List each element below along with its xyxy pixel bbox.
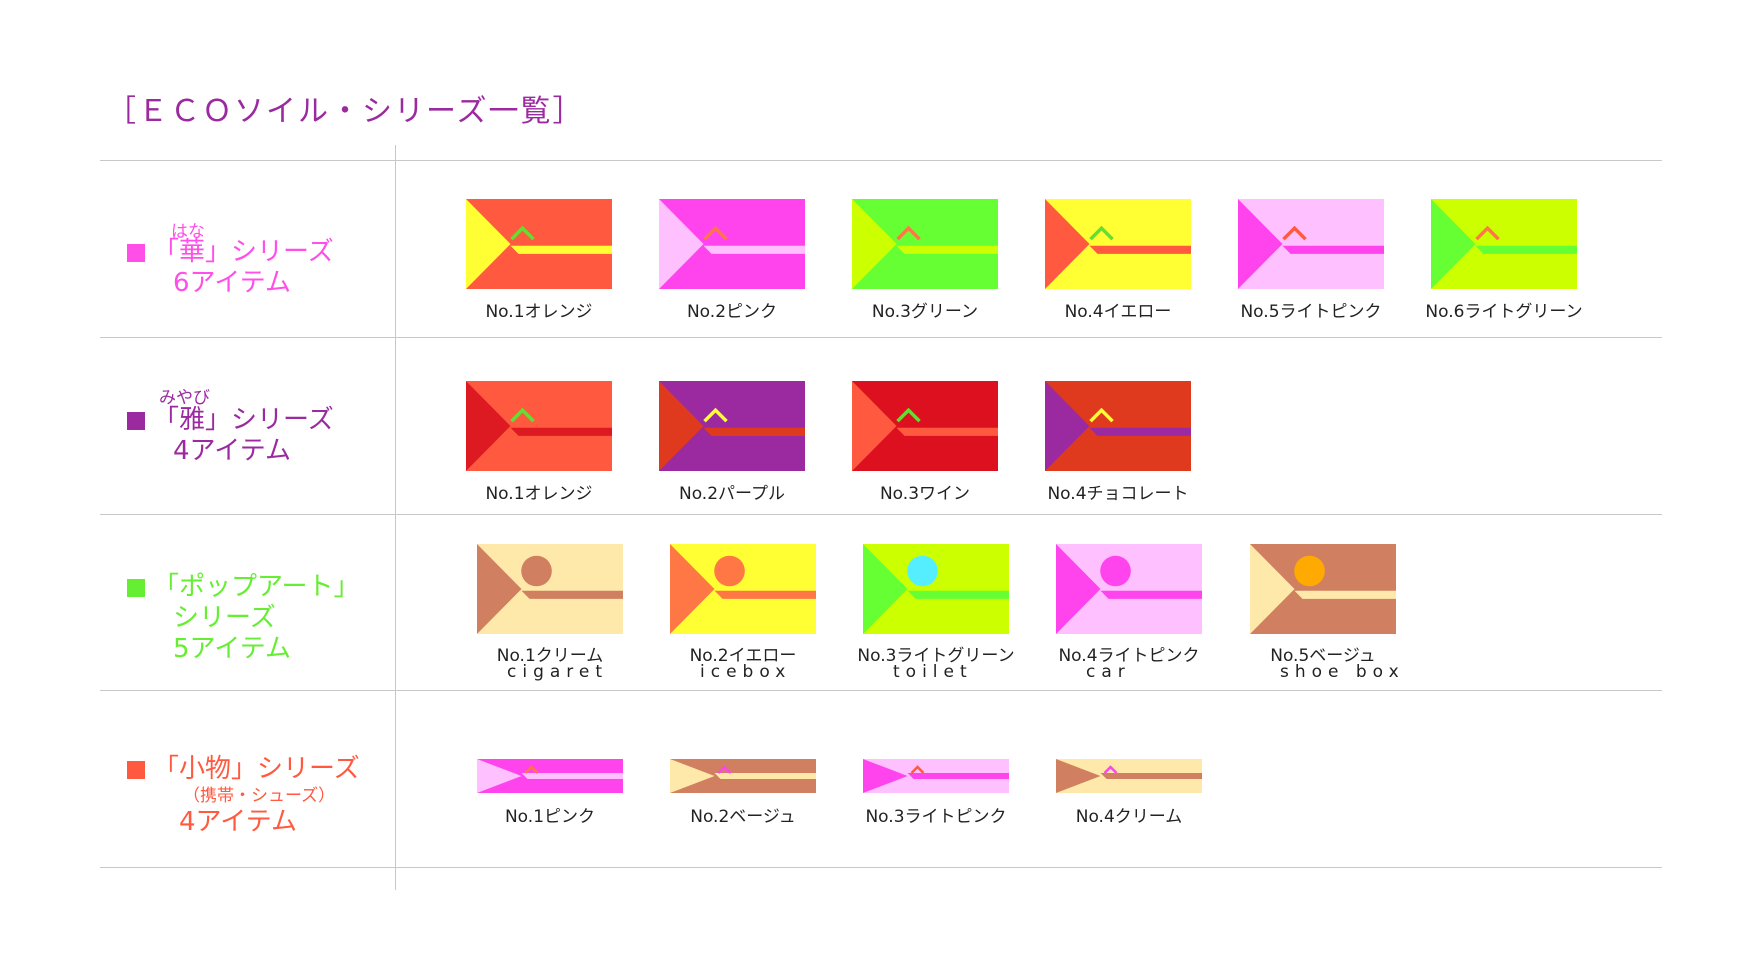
swatch-1-6 (1431, 199, 1577, 289)
swatch-stripe (521, 590, 623, 599)
series-marker-square (127, 760, 145, 779)
item-label: No.1ピンク (504, 807, 596, 827)
item-sublabel: icebox (700, 662, 792, 682)
item-label: No.5ライトピンク (1240, 302, 1382, 322)
swatch-circle (714, 555, 745, 587)
series-popart: 「ポップアート」 シリーズ 5アイテム (127, 572, 359, 665)
item-label: No.1オレンジ (485, 484, 593, 504)
swatch-3-2 (670, 544, 816, 634)
swatch-stripe (1100, 590, 1202, 599)
item-sublabel: car (1086, 662, 1131, 682)
swatch-3-5 (1250, 544, 1396, 634)
series-miyabi: みやび 「雅」シリーズ 4アイテム (127, 383, 334, 467)
swatch-1-4 (1045, 199, 1191, 289)
swatch-stripe (510, 245, 612, 254)
item-label: No.2パープル (678, 484, 786, 504)
swatch-2-4 (1045, 381, 1191, 471)
swatch-2-3 (852, 381, 998, 471)
swatch-circle (907, 555, 938, 587)
series-marker-square (127, 243, 145, 262)
page-title: ［ＥＣＯソイル・シリーズ一覧］ (106, 94, 585, 129)
swatch-stripe (703, 427, 805, 436)
swatch-3-3 (863, 544, 1009, 634)
item-label: No.3ワイン (879, 484, 971, 504)
item-label: No.6ライトグリーン (1425, 302, 1583, 322)
series-note: （携帯・シューズ） (183, 786, 336, 806)
swatch-circle (1100, 555, 1131, 587)
series-name-2: シリーズ (173, 603, 276, 633)
series-count: 4アイテム (173, 436, 291, 466)
swatch-circle (1294, 555, 1325, 587)
series-hana: はな 「華」シリーズ 6アイテム (127, 215, 334, 299)
item-sublabel: shoe box (1280, 662, 1405, 682)
divider-3 (100, 690, 1662, 691)
swatch-stripe (1100, 773, 1202, 779)
series-count: 5アイテム (173, 634, 291, 664)
swatch-stripe (1475, 245, 1577, 254)
swatch-stripe (714, 590, 816, 599)
swatch-1-5 (1238, 199, 1384, 289)
swatch-stripe (521, 773, 623, 779)
swatch-stripe (1089, 245, 1191, 254)
swatch-4-1 (477, 759, 623, 793)
series-name: 「小物」シリーズ (153, 754, 360, 784)
swatch-circle (521, 555, 552, 587)
item-label: No.2ピンク (686, 302, 778, 322)
item-sublabel: toilet (893, 662, 973, 682)
swatch-3-4 (1056, 544, 1202, 634)
swatch-stripe (1282, 245, 1384, 254)
divider-1 (100, 337, 1662, 338)
item-label: No.3ライトピンク (865, 807, 1007, 827)
swatch-stripe (1089, 427, 1191, 436)
series-count: 4アイテム (179, 807, 297, 837)
item-label: No.4イエロー (1064, 302, 1172, 322)
item-label: No.4クリーム (1075, 807, 1183, 827)
swatch-stripe (510, 427, 612, 436)
swatch-1-2 (659, 199, 805, 289)
item-label: No.3グリーン (871, 302, 979, 322)
swatch-stripe (907, 773, 1009, 779)
series-komono: 「小物」シリーズ （携帯・シューズ） 4アイテム (127, 754, 360, 838)
item-label: No.2ベージュ (690, 807, 796, 827)
item-label: No.1オレンジ (485, 302, 593, 322)
divider-top (100, 160, 1662, 161)
series-name: 「雅」シリーズ (153, 405, 334, 435)
swatch-stripe (896, 245, 998, 254)
series-ruby: はな (171, 222, 205, 242)
item-sublabel: cigaret (507, 662, 609, 682)
swatch-stripe (1294, 590, 1396, 599)
swatch-stripe (907, 590, 1009, 599)
item-label: No.4チョコレート (1047, 484, 1189, 504)
swatch-4-4 (1056, 759, 1202, 793)
series-ruby: みやび (159, 388, 210, 408)
swatch-2-2 (659, 381, 805, 471)
series-count: 6アイテム (173, 268, 291, 298)
swatch-stripe (714, 773, 816, 779)
swatch-1-1 (466, 199, 612, 289)
swatch-2-1 (466, 381, 612, 471)
swatch-3-1 (477, 544, 623, 634)
swatch-4-2 (670, 759, 816, 793)
swatch-1-3 (852, 199, 998, 289)
divider-2 (100, 514, 1662, 515)
swatch-stripe (896, 427, 998, 436)
swatch-stripe (703, 245, 805, 254)
series-marker-square (127, 411, 145, 430)
series-marker-square (127, 578, 145, 597)
divider-bottom (100, 867, 1662, 868)
column-divider (395, 145, 396, 890)
series-name: 「ポップアート」 (153, 572, 360, 602)
swatch-4-3 (863, 759, 1009, 793)
